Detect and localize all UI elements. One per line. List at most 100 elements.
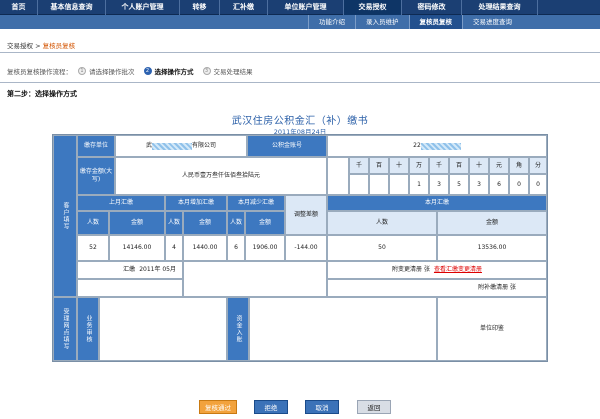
digit-cell: 5 <box>449 174 469 195</box>
breadcrumb-current: 复核员复核 <box>42 42 76 50</box>
seal-label: 单位印鉴 <box>437 297 547 361</box>
col-people: 人数 <box>327 211 437 235</box>
value-this-amount: 13536.00 <box>437 235 547 261</box>
account-prefix: 22 <box>413 142 421 149</box>
value-this-people: 50 <box>327 235 437 261</box>
col-amount: 金额 <box>437 211 547 235</box>
value-last-people: 52 <box>77 235 109 261</box>
col-people: 人数 <box>227 211 245 235</box>
digit-header: 千 <box>429 157 449 174</box>
digit-header: 元 <box>489 157 509 174</box>
section-sub: 本月减少汇缴 <box>227 195 285 211</box>
huijiao-value: 2011年 05月 <box>139 266 176 273</box>
nav-transaction-auth[interactable]: 交易授权 <box>344 0 402 15</box>
section-last-month: 上月汇缴 <box>77 195 165 211</box>
digit-cell: 1 <box>409 174 429 195</box>
digit-header: 百 <box>369 157 389 174</box>
amount-text: 人民币壹万叁仟伍佰叁拾陆元 <box>115 157 327 195</box>
payment-form: 客户填写 缴存单位 武有限公司 公积金账号 22 缴存金额(大写) 人民币壹万叁… <box>52 134 548 362</box>
funds-area <box>249 297 437 361</box>
digit-header: 十 <box>389 157 409 174</box>
flow-step-label: 交易处理结果 <box>213 68 253 76</box>
subnav-progress-query[interactable]: 交易进度查询 <box>462 15 522 29</box>
col-people: 人数 <box>77 211 109 235</box>
reject-button[interactable]: 拒绝 <box>254 400 288 414</box>
review-area <box>99 297 227 361</box>
col-amount: 金额 <box>109 211 165 235</box>
amount-label: 缴存金额(大写) <box>77 157 115 195</box>
operation-flow: 复核员复核操作流程： 1 请选择操作批次 2 选择操作方式 3 交易处理结果 <box>7 66 262 76</box>
nav-password[interactable]: 密码修改 <box>402 0 462 15</box>
subnav-entry-maintain[interactable]: 录入员维护 <box>355 15 409 29</box>
flow-step-3: 3 交易处理结果 <box>202 66 253 76</box>
digit-header: 分 <box>529 157 547 174</box>
huijiao-label: 汇缴 <box>123 266 136 273</box>
digit-cell: 6 <box>489 174 509 195</box>
customer-fill-label: 客户填写 <box>53 135 77 297</box>
digit-cell <box>369 174 389 195</box>
breadcrumb: 交易授权 > 复核员复核 <box>7 40 75 50</box>
blank-cell <box>77 279 183 297</box>
breadcrumb-root[interactable]: 交易授权 <box>7 42 33 50</box>
divider <box>0 52 600 53</box>
amount-spacer <box>327 157 349 195</box>
unit-label: 缴存单位 <box>77 135 115 157</box>
col-people: 人数 <box>165 211 183 235</box>
blank-cell <box>183 261 327 297</box>
flow-step-label: 选择操作方式 <box>154 68 194 76</box>
flow-step-label: 请选择操作批次 <box>89 68 135 76</box>
action-bar: 复核通过 拒绝 取消 返回 <box>0 400 600 416</box>
digit-header: 万 <box>409 157 429 174</box>
review-label: 业务审核 <box>77 297 99 361</box>
digit-header: 千 <box>349 157 369 174</box>
nav-transfer[interactable]: 转移 <box>180 0 220 15</box>
acceptance-label: 受理网点填写 <box>53 297 77 361</box>
digit-header: 百 <box>449 157 469 174</box>
step-title: 第二步：选择操作方式 <box>7 90 77 98</box>
step-number-icon: 2 <box>143 67 152 75</box>
subnav-review[interactable]: 复核员复核 <box>408 15 462 29</box>
step-number-icon: 1 <box>78 67 86 75</box>
nav-home[interactable]: 首页 <box>0 0 38 15</box>
nav-result-query[interactable]: 处理结果查询 <box>462 0 538 15</box>
view-change-list-link[interactable]: 查看汇缴变更清册 <box>434 266 482 274</box>
nav-payment[interactable]: 汇补缴 <box>220 0 268 15</box>
col-amount: 金额 <box>183 211 227 235</box>
subnav-intro[interactable]: 功能介绍 <box>308 15 355 29</box>
huijiao-period: 汇缴 2011年 05月 <box>77 261 183 279</box>
approve-button[interactable]: 复核通过 <box>199 400 237 414</box>
step-number-icon: 3 <box>202 67 211 75</box>
unit-suffix: 有限公司 <box>192 142 217 149</box>
attach-change-label: 附变更清册 张 <box>392 266 430 273</box>
flow-label: 复核员复核操作流程： <box>7 68 72 76</box>
digit-cell <box>349 174 369 195</box>
digit-header: 十 <box>469 157 489 174</box>
attach-supp: 附补缴清册 张 <box>327 279 547 297</box>
digit-cell: 3 <box>429 174 449 195</box>
account-label: 公积金账号 <box>247 135 327 157</box>
section-this-month: 本月汇缴 <box>327 195 547 211</box>
value-sub-people: 6 <box>227 235 245 261</box>
top-nav: 首页 基本信息查询 个人账户管理 转移 汇补缴 单位账户管理 交易授权 密码修改… <box>0 0 600 15</box>
unit-name: 武有限公司 <box>115 135 247 157</box>
cancel-button[interactable]: 取消 <box>305 400 339 414</box>
account-number: 22 <box>327 135 547 157</box>
nav-unit-account[interactable]: 单位账户管理 <box>268 0 344 15</box>
redacted-mask <box>420 142 461 150</box>
digit-cell: 0 <box>509 174 529 195</box>
value-adjust: -144.00 <box>285 235 327 261</box>
back-button[interactable]: 返回 <box>357 400 391 414</box>
digit-header: 角 <box>509 157 529 174</box>
flow-step-1: 1 请选择操作批次 <box>78 66 135 76</box>
value-add-amount: 1440.00 <box>183 235 227 261</box>
nav-basic-query[interactable]: 基本信息查询 <box>38 0 106 15</box>
form-title: 武汉住房公积金汇（补）缴书 <box>231 116 369 127</box>
digit-cell: 3 <box>469 174 489 195</box>
nav-personal-account[interactable]: 个人账户管理 <box>106 0 180 15</box>
flow-step-2: 2 选择操作方式 <box>143 66 194 76</box>
col-amount: 金额 <box>245 211 285 235</box>
digit-cell <box>389 174 409 195</box>
breadcrumb-sep: > <box>33 42 43 50</box>
value-add-people: 4 <box>165 235 183 261</box>
section-add: 本月增加汇缴 <box>165 195 227 211</box>
